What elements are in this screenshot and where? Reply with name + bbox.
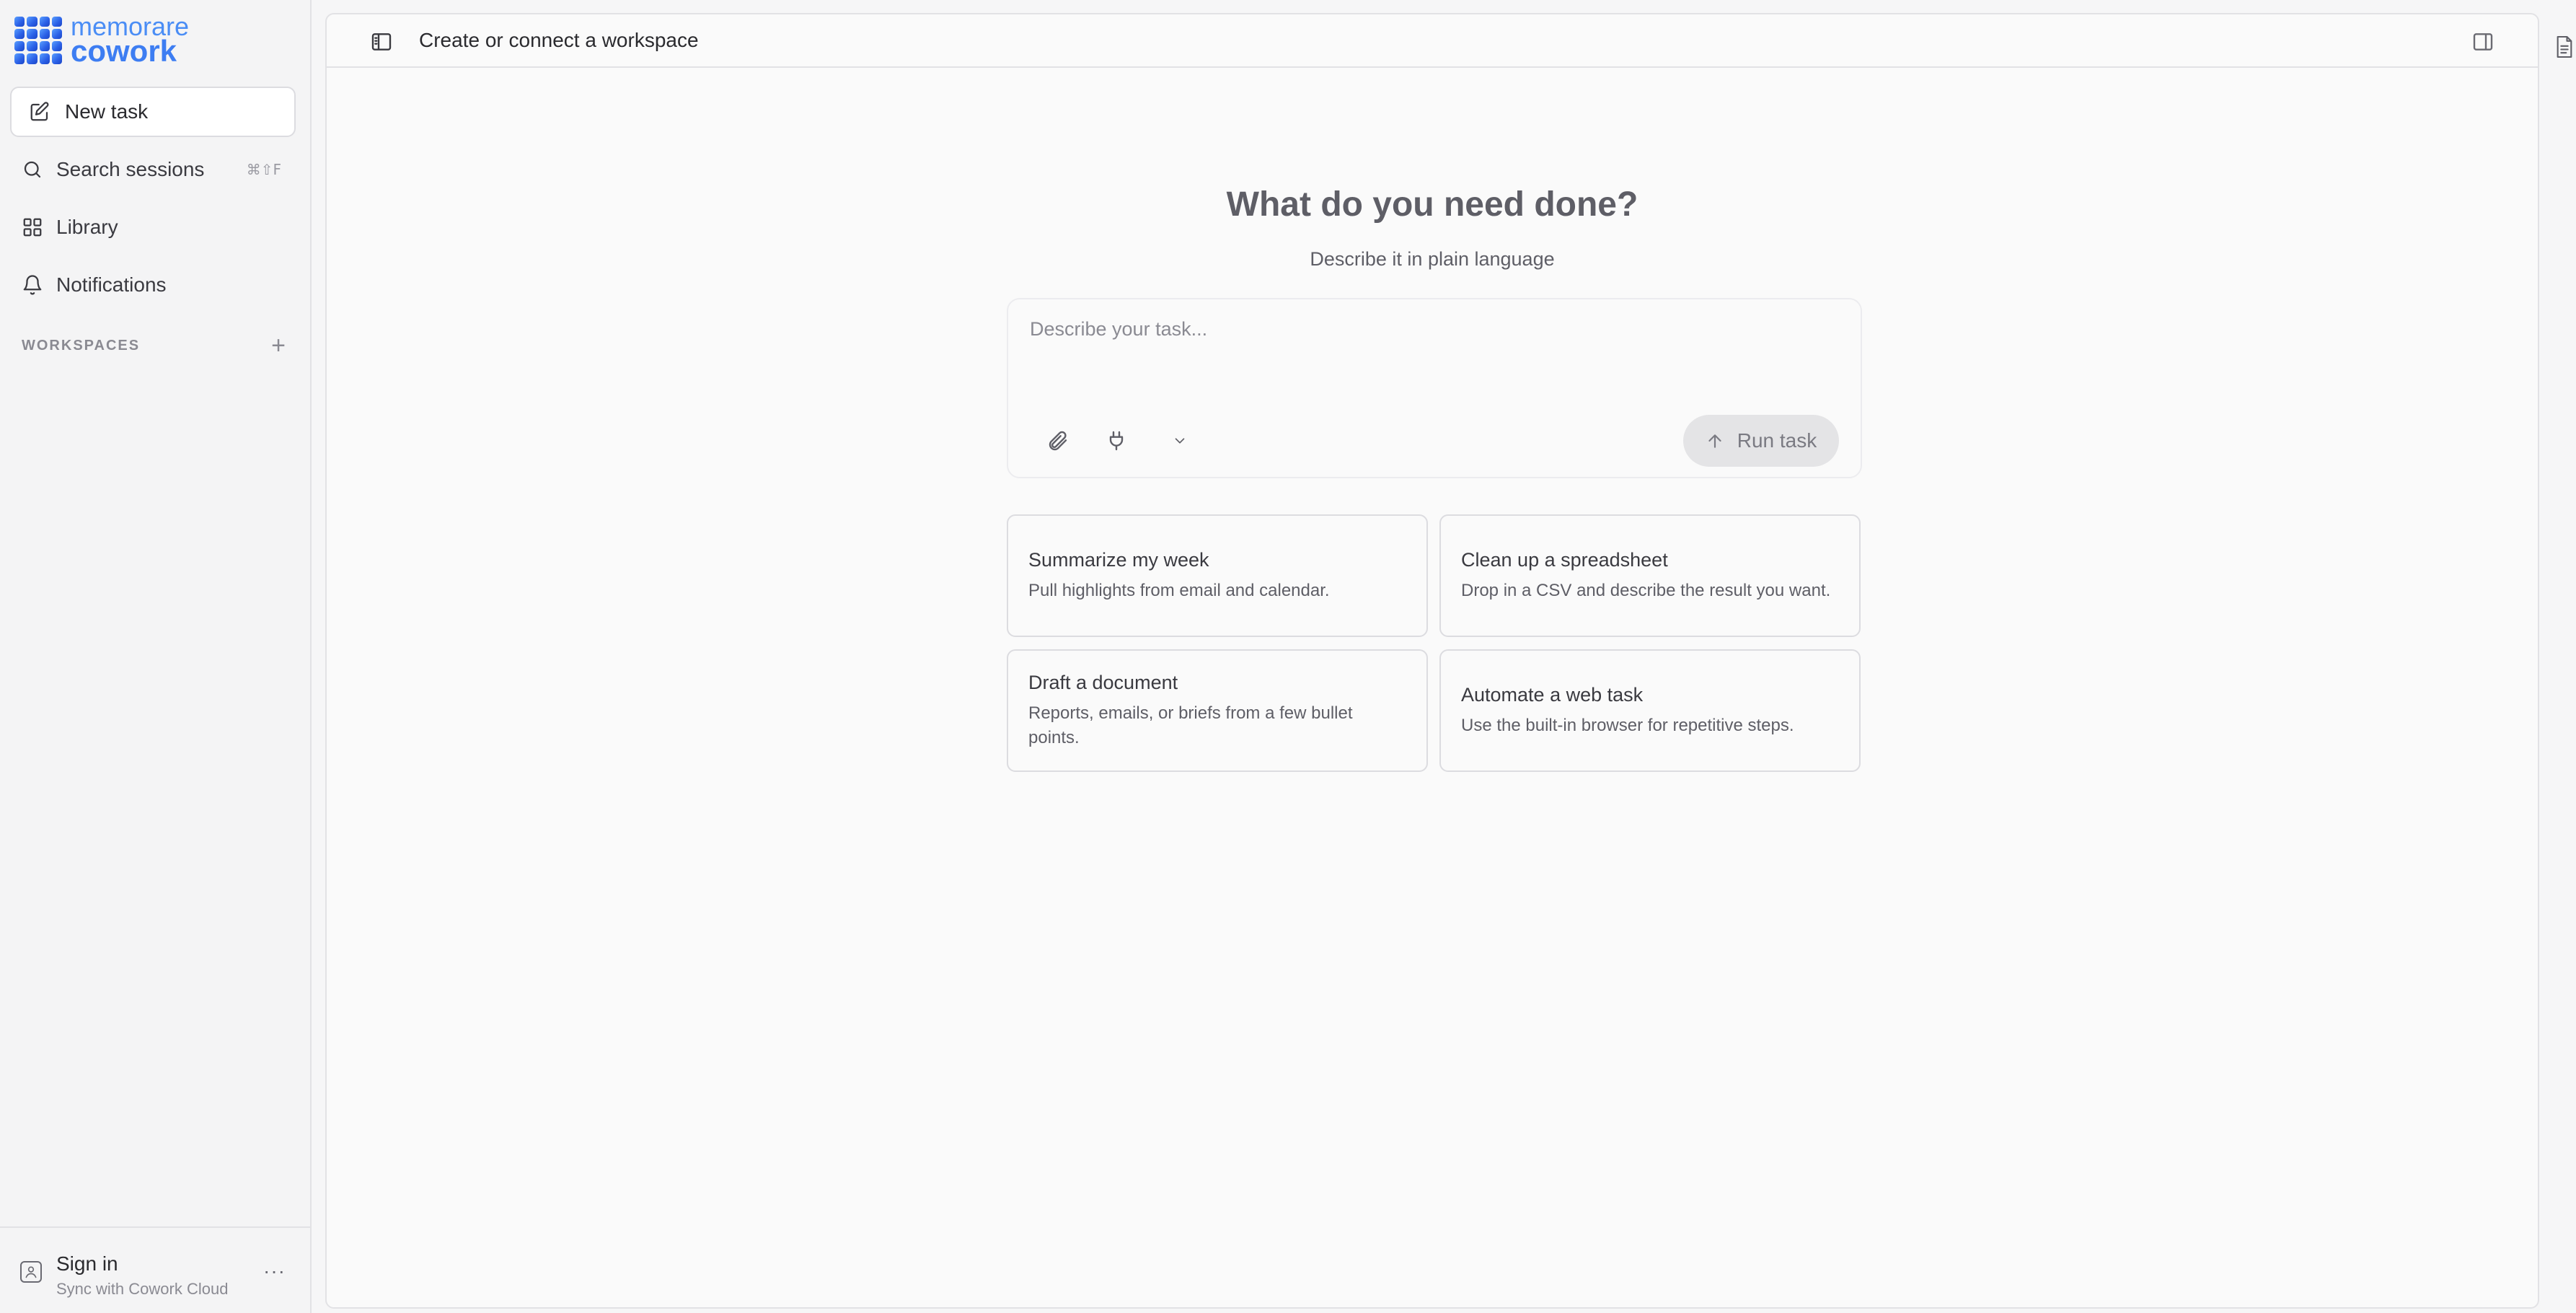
suggestion-description: Reports, emails, or briefs from a few bu… xyxy=(1028,703,1353,747)
workspaces-label: WORKSPACES xyxy=(22,337,141,354)
task-composer: Run task xyxy=(1007,298,1862,478)
sign-in-link[interactable]: Sign in xyxy=(56,1252,118,1275)
sidebar-item-label: Notifications xyxy=(56,273,167,296)
brand-name-bottom: cowork xyxy=(71,33,177,68)
suggestion-card-draft-document[interactable]: Draft a document Reports, emails, or bri… xyxy=(1007,649,1428,772)
suggestion-description: Use the built-in browser for repetitive … xyxy=(1461,715,1794,735)
brand-logo[interactable]: memorare cowork xyxy=(14,14,189,68)
user-icon xyxy=(25,1266,37,1278)
hero-title: What do you need done? xyxy=(1226,185,1638,224)
suggestion-description: Drop in a CSV and describe the result yo… xyxy=(1461,580,1831,600)
workspaces-section-header: WORKSPACES + xyxy=(22,333,286,358)
suggestion-title: Automate a web task xyxy=(1461,683,1644,706)
chevron-down-icon xyxy=(1175,438,1185,444)
keyboard-shortcut: ⌘⇧F xyxy=(246,161,281,178)
sidebar-item-label: Search sessions xyxy=(56,158,205,180)
suggestion-title: Draft a document xyxy=(1028,671,1178,693)
more-options-button[interactable]: ··· xyxy=(263,1260,286,1283)
sidebar-item-label: Library xyxy=(56,216,118,238)
sidebar-footer: Sign in Sync with Cowork Cloud ··· xyxy=(0,1226,312,1313)
paperclip-icon xyxy=(1049,431,1067,451)
edit-icon xyxy=(30,102,49,121)
connectors-button[interactable] xyxy=(1102,426,1131,455)
suggestion-card-automate-web[interactable]: Automate a web task Use the built-in bro… xyxy=(1439,649,1861,772)
arrow-up-icon xyxy=(1708,434,1721,448)
suggestion-description: Pull highlights from email and calendar. xyxy=(1028,580,1330,600)
suggestion-title: Summarize my week xyxy=(1028,548,1209,571)
top-bar: Create or connect a workspace xyxy=(327,14,2538,68)
search-icon xyxy=(24,161,41,178)
options-dropdown[interactable] xyxy=(1165,426,1194,455)
new-task-button[interactable]: New task xyxy=(10,87,296,137)
logo-mark-icon xyxy=(14,16,62,64)
plug-icon xyxy=(1109,431,1124,451)
hero-subtitle: Describe it in plain language xyxy=(1310,248,1555,270)
sign-in-subtitle: Sync with Cowork Cloud xyxy=(56,1280,229,1298)
suggestion-card-summarize[interactable]: Summarize my week Pull highlights from e… xyxy=(1007,514,1428,637)
suggestion-card-spreadsheet[interactable]: Clean up a spreadsheet Drop in a CSV and… xyxy=(1439,514,1861,637)
avatar[interactable] xyxy=(20,1261,42,1283)
run-task-label: Run task xyxy=(1737,429,1817,452)
attach-button[interactable] xyxy=(1043,426,1072,455)
bell-icon xyxy=(23,275,42,295)
sidebar-toggle-icon[interactable] xyxy=(370,30,393,53)
sidebar: memorare cowork New task Search sessions… xyxy=(0,0,312,1313)
sidebar-item-notifications[interactable]: Notifications xyxy=(10,263,296,307)
suggestion-title: Clean up a spreadsheet xyxy=(1461,548,1668,571)
new-task-label: New task xyxy=(65,100,149,123)
main-panel: Create or connect a workspace What do yo… xyxy=(325,13,2539,1309)
page-title[interactable]: Create or connect a workspace xyxy=(419,29,699,52)
right-panel-toggle-icon[interactable] xyxy=(2471,30,2495,53)
add-workspace-icon[interactable]: + xyxy=(271,333,286,358)
document-icon[interactable] xyxy=(2554,35,2575,59)
sidebar-item-search-sessions[interactable]: Search sessions ⌘⇧F xyxy=(10,147,296,192)
grid-icon xyxy=(23,218,42,237)
task-input[interactable] xyxy=(1030,318,1838,398)
sidebar-item-library[interactable]: Library xyxy=(10,205,296,250)
run-task-button[interactable]: Run task xyxy=(1683,415,1839,467)
